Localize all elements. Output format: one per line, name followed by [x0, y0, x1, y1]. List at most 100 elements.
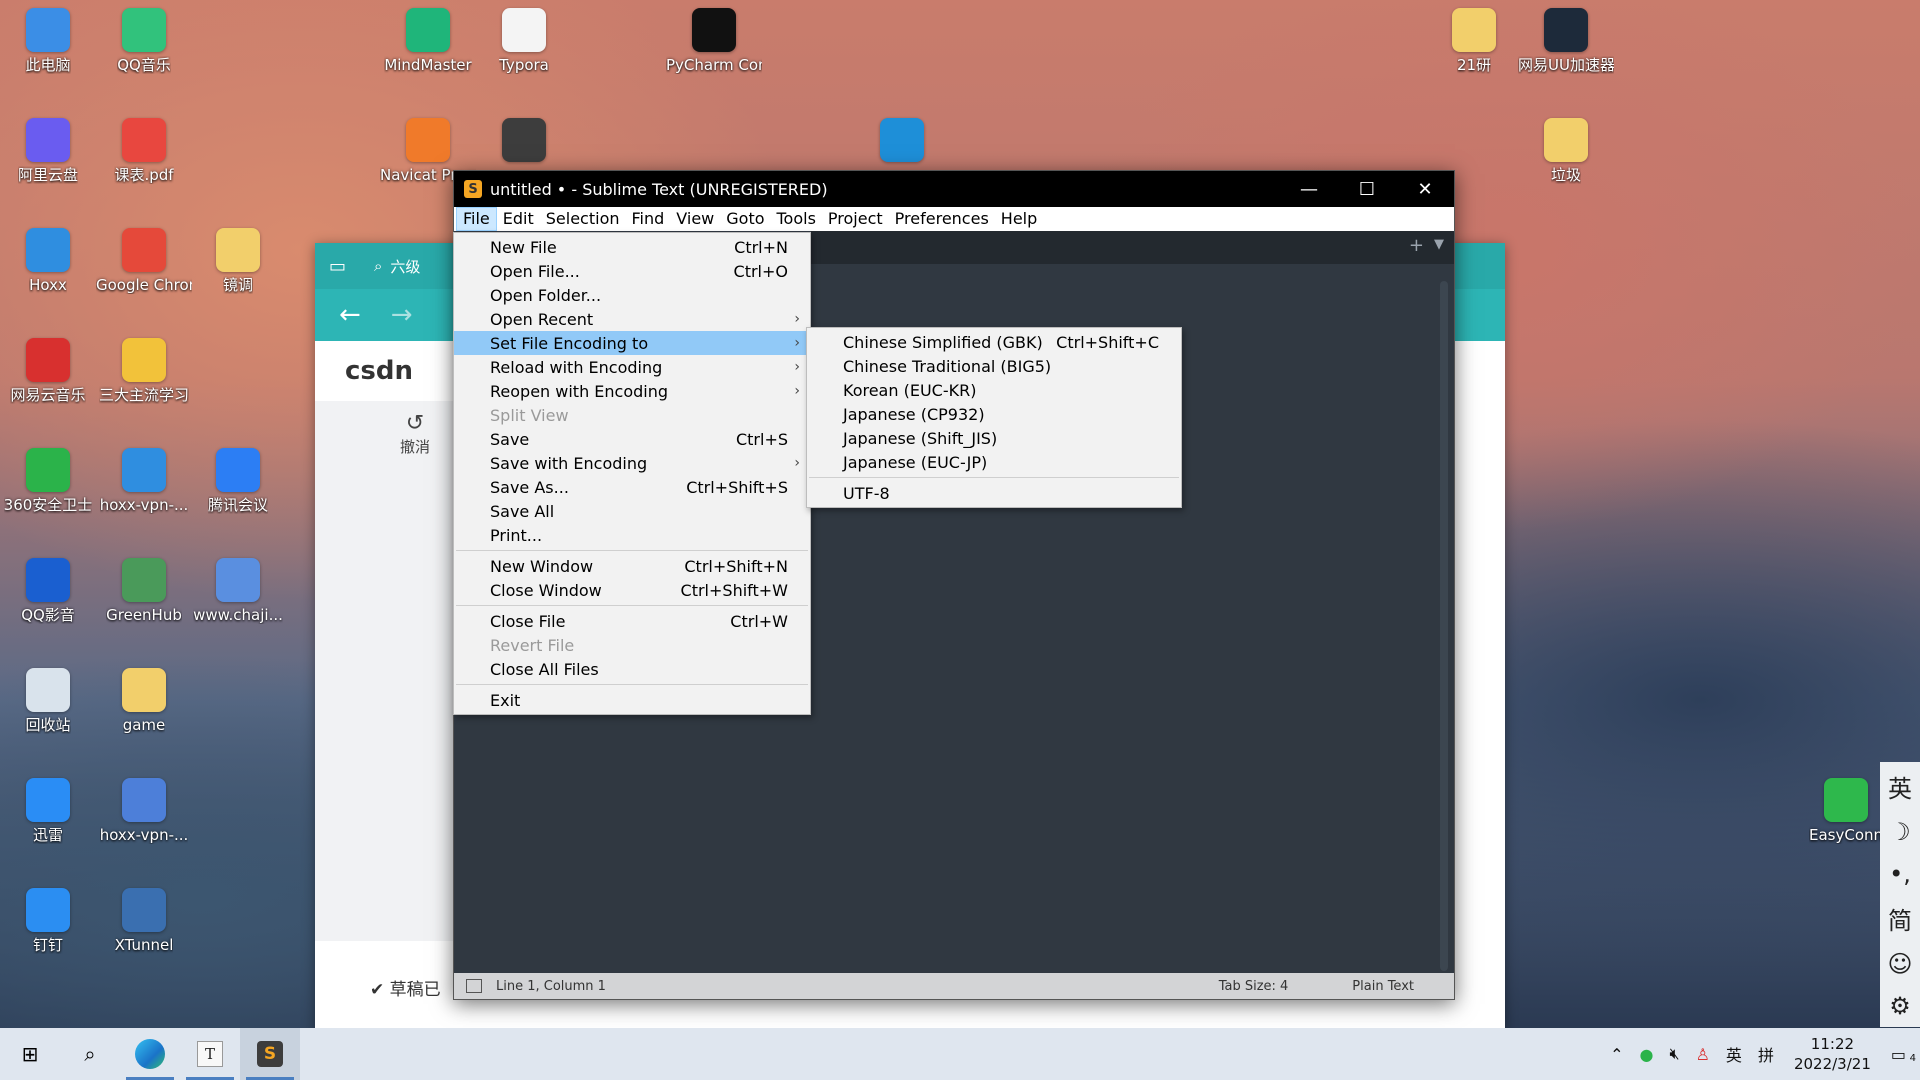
encoding-menu-item[interactable]: Korean (EUC-KR)	[807, 378, 1181, 402]
file-menu-item[interactable]: New File Ctrl+N	[454, 235, 810, 259]
desktop-icon[interactable]	[476, 118, 572, 166]
file-menu-item[interactable]: Open Recent ›	[454, 307, 810, 331]
forward-icon[interactable]: →	[391, 300, 413, 330]
file-menu-item[interactable]: Open Folder...	[454, 283, 810, 307]
desktop-icon[interactable]: XTunnel	[96, 888, 192, 954]
syntax-label[interactable]: Plain Text	[1352, 979, 1414, 994]
desktop-icon[interactable]: Google Chrome	[96, 228, 192, 294]
desktop-icon[interactable]: PyCharm Communi...	[666, 8, 762, 74]
desktop-icon[interactable]: QQ音乐	[96, 8, 192, 74]
encoding-menu-item[interactable]: Japanese (CP932)	[807, 402, 1181, 426]
settings-icon[interactable]: ⚙	[1889, 992, 1911, 1020]
volume-muted-icon[interactable]: 🔇︎	[1661, 1044, 1687, 1064]
notification-button[interactable]: ▭ 4	[1883, 1045, 1920, 1064]
moon-icon[interactable]: ☽	[1889, 818, 1911, 846]
punctuation-icon[interactable]: •,	[1889, 860, 1911, 888]
close-button[interactable]: ✕	[1396, 171, 1454, 207]
encoding-menu-item[interactable]: Japanese (EUC-JP)	[807, 450, 1181, 474]
tray-app-icon[interactable]: ●	[1632, 1045, 1662, 1064]
file-menu-item[interactable]: Save As... Ctrl+Shift+S	[454, 475, 810, 499]
file-menu-item[interactable]: Exit	[454, 688, 810, 712]
title-bar[interactable]: S untitled • - Sublime Text (UNREGISTERE…	[454, 171, 1454, 207]
desktop-icon[interactable]: 阿里云盘	[0, 118, 96, 184]
desktop-icon[interactable]: 网易UU加速器	[1518, 8, 1614, 74]
desktop-icon[interactable]: 课表.pdf	[96, 118, 192, 184]
ime-lang-button[interactable]: 英	[1888, 769, 1912, 804]
file-menu-item[interactable]: Set File Encoding to ›	[454, 331, 810, 355]
desktop-icon[interactable]: 此电脑	[0, 8, 96, 74]
desktop-icon[interactable]: 三大主流学习	[96, 338, 192, 404]
desktop-icon[interactable]: game	[96, 668, 192, 734]
desktop-icon[interactable]: 21研	[1426, 8, 1522, 74]
desktop-icon[interactable]: 腾讯会议	[190, 448, 286, 514]
browser-search-text[interactable]: 六级	[390, 256, 420, 277]
encoding-menu-item[interactable]: Chinese Simplified (GBK) Ctrl+Shift+C	[807, 330, 1181, 354]
menu-selection[interactable]: Selection	[540, 207, 626, 231]
taskbar-typora[interactable]: T	[180, 1028, 240, 1080]
taskbar-sublime[interactable]: S	[240, 1028, 300, 1080]
desktop-icon[interactable]: hoxx-vpn-...	[96, 778, 192, 844]
file-menu-item[interactable]: New Window Ctrl+Shift+N	[454, 554, 810, 578]
file-menu-item[interactable]: Close Window Ctrl+Shift+W	[454, 578, 810, 602]
desktop-icon[interactable]: QQ影音	[0, 558, 96, 624]
emoji-icon[interactable]: ☺	[1887, 950, 1912, 978]
ime-mode[interactable]: 拼	[1750, 1042, 1782, 1066]
menu-preferences[interactable]: Preferences	[889, 207, 995, 231]
desktop-icon[interactable]: 回收站	[0, 668, 96, 734]
simplified-button[interactable]: 简	[1888, 901, 1912, 936]
menu-project[interactable]: Project	[822, 207, 889, 231]
desktop-icon[interactable]	[854, 118, 950, 166]
cursor-position[interactable]: Line 1, Column 1	[496, 979, 606, 994]
file-menu-item[interactable]: Close All Files	[454, 657, 810, 681]
desktop-icon[interactable]: Hoxx	[0, 228, 96, 294]
taskbar-edge[interactable]	[120, 1028, 180, 1080]
undo-button[interactable]: ↺ 撤消	[385, 411, 445, 457]
menu-tools[interactable]: Tools	[771, 207, 822, 231]
sidebar-toggle-icon[interactable]: ▭	[329, 256, 346, 277]
desktop-icon[interactable]: hoxx-vpn-...	[96, 448, 192, 514]
search-button[interactable]: ⌕	[60, 1028, 120, 1080]
start-button[interactable]: ⊞	[0, 1028, 60, 1080]
menu-file[interactable]: File	[456, 207, 497, 231]
desktop-icon[interactable]: 垃圾	[1518, 118, 1614, 184]
new-tab-icon[interactable]: +	[1409, 235, 1424, 256]
desktop-icon[interactable]: MindMaster	[380, 8, 476, 74]
panel-toggle-icon[interactable]	[466, 979, 482, 993]
tab-size[interactable]: Tab Size: 4	[1219, 979, 1289, 994]
file-menu-item[interactable]: Reload with Encoding ›	[454, 355, 810, 379]
desktop-icon[interactable]: 镜调	[190, 228, 286, 294]
menu-help[interactable]: Help	[995, 207, 1043, 231]
file-menu-item[interactable]: Open File... Ctrl+O	[454, 259, 810, 283]
desktop-icon[interactable]: www.chaji...	[190, 558, 286, 624]
back-icon[interactable]: ←	[339, 300, 361, 330]
encoding-menu-item[interactable]: UTF-8	[807, 481, 1181, 505]
encoding-menu-item[interactable]: Japanese (Shift_JIS)	[807, 426, 1181, 450]
desktop-icon[interactable]: GreenHub	[96, 558, 192, 624]
encoding-menu-item[interactable]: Chinese Traditional (BIG5)	[807, 354, 1181, 378]
menu-edit[interactable]: Edit	[497, 207, 540, 231]
archive-icon	[122, 338, 166, 382]
desktop-icon[interactable]: 网易云音乐	[0, 338, 96, 404]
qq-tray-icon[interactable]: ♙	[1688, 1045, 1718, 1064]
tab-list-icon[interactable]: ▼	[1434, 237, 1444, 252]
desktop-icon[interactable]: Typora	[476, 8, 572, 74]
file-menu-item[interactable]: Save All	[454, 499, 810, 523]
ime-language[interactable]: 英	[1718, 1042, 1750, 1066]
desktop-icon[interactable]: 360安全卫士	[0, 448, 96, 514]
menu-view[interactable]: View	[670, 207, 720, 231]
vertical-scrollbar[interactable]	[1440, 281, 1448, 971]
file-menu-item[interactable]: Print...	[454, 523, 810, 547]
clock[interactable]: 11:22 2022/3/21	[1782, 1034, 1883, 1074]
menu-find[interactable]: Find	[626, 207, 671, 231]
menu-goto[interactable]: Goto	[720, 207, 770, 231]
file-menu-item[interactable]: Reopen with Encoding ›	[454, 379, 810, 403]
desktop-icon[interactable]: 迅雷	[0, 778, 96, 844]
file-menu-item[interactable]: Save Ctrl+S	[454, 427, 810, 451]
file-menu-item[interactable]: Close File Ctrl+W	[454, 609, 810, 633]
desktop-icon[interactable]: 钉钉	[0, 888, 96, 954]
maximize-button[interactable]: ☐	[1338, 171, 1396, 207]
minimize-button[interactable]: —	[1280, 171, 1338, 207]
file-menu-item[interactable]: Save with Encoding ›	[454, 451, 810, 475]
csdn-logo[interactable]: csdn	[315, 341, 455, 401]
show-hidden-icons-icon[interactable]: ⌃	[1602, 1045, 1631, 1064]
